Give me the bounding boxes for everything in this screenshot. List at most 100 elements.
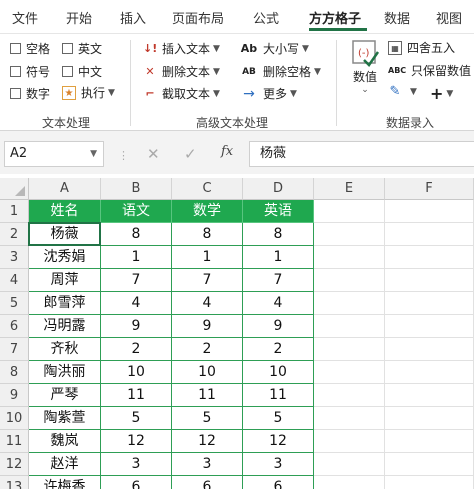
case-button[interactable]: Ab 大小写 ▼ bbox=[240, 40, 309, 57]
table-cell[interactable]: 7 bbox=[172, 269, 243, 292]
chevron-down-icon[interactable]: ▼ bbox=[90, 142, 97, 166]
table-cell[interactable]: 3 bbox=[101, 453, 172, 476]
table-cell[interactable]: 9 bbox=[172, 315, 243, 338]
tab-fangfang[interactable]: 方方格子 bbox=[309, 8, 361, 27]
table-cell[interactable]: 2 bbox=[172, 338, 243, 361]
table-cell[interactable]: 8 bbox=[243, 223, 314, 246]
empty-cell[interactable] bbox=[314, 315, 385, 338]
empty-cell[interactable] bbox=[385, 476, 474, 489]
table-cell[interactable]: 杨薇 bbox=[29, 223, 101, 246]
table-cell[interactable]: 9 bbox=[243, 315, 314, 338]
table-cell[interactable]: 许梅香 bbox=[29, 476, 101, 489]
table-cell[interactable]: 赵洋 bbox=[29, 453, 101, 476]
empty-cell[interactable] bbox=[385, 453, 474, 476]
truncate-text-button[interactable]: ⌐ 截取文本 ▼ bbox=[143, 85, 220, 102]
row-header-11[interactable]: 11 bbox=[0, 430, 29, 453]
table-cell[interactable]: 10 bbox=[101, 361, 172, 384]
checkbox-number[interactable]: 数字 bbox=[10, 85, 50, 102]
empty-cell[interactable] bbox=[385, 384, 474, 407]
table-cell[interactable]: 严琴 bbox=[29, 384, 101, 407]
checkbox-box[interactable] bbox=[10, 43, 21, 54]
table-cell[interactable]: 沈秀娟 bbox=[29, 246, 101, 269]
tab-data[interactable]: 数据 bbox=[384, 8, 410, 27]
row-header-8[interactable]: 8 bbox=[0, 361, 29, 384]
table-cell[interactable]: 齐秋 bbox=[29, 338, 101, 361]
table-header-cell[interactable]: 英语 bbox=[243, 200, 314, 223]
table-header-cell[interactable]: 数学 bbox=[172, 200, 243, 223]
checkbox-box[interactable] bbox=[62, 66, 73, 77]
checkbox-english[interactable]: 英文 bbox=[62, 40, 102, 57]
empty-cell[interactable] bbox=[314, 246, 385, 269]
keep-value-button[interactable]: ABC 只保留数值 bbox=[388, 62, 471, 79]
table-cell[interactable]: 6 bbox=[172, 476, 243, 489]
row-header-13[interactable]: 13 bbox=[0, 476, 29, 489]
tab-formulas[interactable]: 公式 bbox=[253, 8, 279, 27]
table-cell[interactable]: 7 bbox=[101, 269, 172, 292]
row-header-6[interactable]: 6 bbox=[0, 315, 29, 338]
empty-cell[interactable] bbox=[385, 200, 474, 223]
function-icon[interactable]: fx bbox=[221, 144, 233, 159]
row-header-7[interactable]: 7 bbox=[0, 338, 29, 361]
table-cell[interactable]: 3 bbox=[243, 453, 314, 476]
empty-cell[interactable] bbox=[385, 315, 474, 338]
checkbox-box[interactable] bbox=[10, 88, 21, 99]
table-cell[interactable]: 12 bbox=[172, 430, 243, 453]
table-cell[interactable]: 2 bbox=[101, 338, 172, 361]
table-cell[interactable]: 11 bbox=[172, 384, 243, 407]
table-cell[interactable]: 9 bbox=[101, 315, 172, 338]
table-cell[interactable]: 2 bbox=[243, 338, 314, 361]
checkbox-chinese[interactable]: 中文 bbox=[62, 63, 102, 80]
empty-cell[interactable] bbox=[385, 223, 474, 246]
checkbox-symbol[interactable]: 符号 bbox=[10, 63, 50, 80]
tab-page-layout[interactable]: 页面布局 bbox=[172, 8, 224, 27]
table-cell[interactable]: 11 bbox=[101, 384, 172, 407]
tab-home[interactable]: 开始 bbox=[66, 8, 92, 27]
drag-handle-icon[interactable]: ⋮ bbox=[118, 149, 129, 162]
empty-cell[interactable] bbox=[385, 292, 474, 315]
confirm-icon[interactable]: ✓ bbox=[184, 145, 197, 163]
table-cell[interactable]: 郎雪萍 bbox=[29, 292, 101, 315]
table-cell[interactable]: 1 bbox=[243, 246, 314, 269]
row-header-9[interactable]: 9 bbox=[0, 384, 29, 407]
table-cell[interactable]: 10 bbox=[243, 361, 314, 384]
empty-cell[interactable] bbox=[314, 269, 385, 292]
column-header-e[interactable]: E bbox=[314, 178, 385, 200]
table-cell[interactable]: 冯明露 bbox=[29, 315, 101, 338]
table-cell[interactable]: 陶紫萱 bbox=[29, 407, 101, 430]
value-button[interactable]: (-) 数值 ⌄ bbox=[348, 38, 382, 95]
table-cell[interactable]: 6 bbox=[101, 476, 172, 489]
table-header-cell[interactable]: 语文 bbox=[101, 200, 172, 223]
column-header-d[interactable]: D bbox=[243, 178, 314, 200]
empty-cell[interactable] bbox=[314, 430, 385, 453]
table-cell[interactable]: 1 bbox=[101, 246, 172, 269]
row-header-1[interactable]: 1 bbox=[0, 200, 29, 223]
add-button[interactable]: + ▼ bbox=[430, 84, 453, 103]
delete-text-button[interactable]: ✕ 删除文本 ▼ bbox=[143, 63, 220, 80]
delete-space-button[interactable]: AB 删除空格 ▼ bbox=[240, 63, 321, 80]
table-cell[interactable]: 魏岚 bbox=[29, 430, 101, 453]
tab-insert[interactable]: 插入 bbox=[120, 8, 146, 27]
column-header-b[interactable]: B bbox=[101, 178, 172, 200]
table-cell[interactable]: 陶洪丽 bbox=[29, 361, 101, 384]
column-header-f[interactable]: F bbox=[385, 178, 474, 200]
table-cell[interactable]: 6 bbox=[243, 476, 314, 489]
name-box[interactable]: A2 ▼ bbox=[4, 141, 104, 167]
checkbox-space[interactable]: 空格 bbox=[10, 40, 50, 57]
table-cell[interactable]: 12 bbox=[101, 430, 172, 453]
empty-cell[interactable] bbox=[385, 269, 474, 292]
checkbox-box[interactable] bbox=[62, 43, 73, 54]
empty-cell[interactable] bbox=[314, 200, 385, 223]
table-cell[interactable]: 7 bbox=[243, 269, 314, 292]
table-cell[interactable]: 5 bbox=[243, 407, 314, 430]
table-header-cell[interactable]: 姓名 bbox=[29, 200, 101, 223]
table-cell[interactable]: 4 bbox=[172, 292, 243, 315]
table-cell[interactable]: 5 bbox=[172, 407, 243, 430]
select-all-corner[interactable] bbox=[0, 178, 29, 200]
empty-cell[interactable] bbox=[385, 407, 474, 430]
table-cell[interactable]: 5 bbox=[101, 407, 172, 430]
table-cell[interactable]: 8 bbox=[101, 223, 172, 246]
column-header-c[interactable]: C bbox=[172, 178, 243, 200]
empty-cell[interactable] bbox=[314, 292, 385, 315]
table-cell[interactable]: 11 bbox=[243, 384, 314, 407]
table-cell[interactable]: 10 bbox=[172, 361, 243, 384]
